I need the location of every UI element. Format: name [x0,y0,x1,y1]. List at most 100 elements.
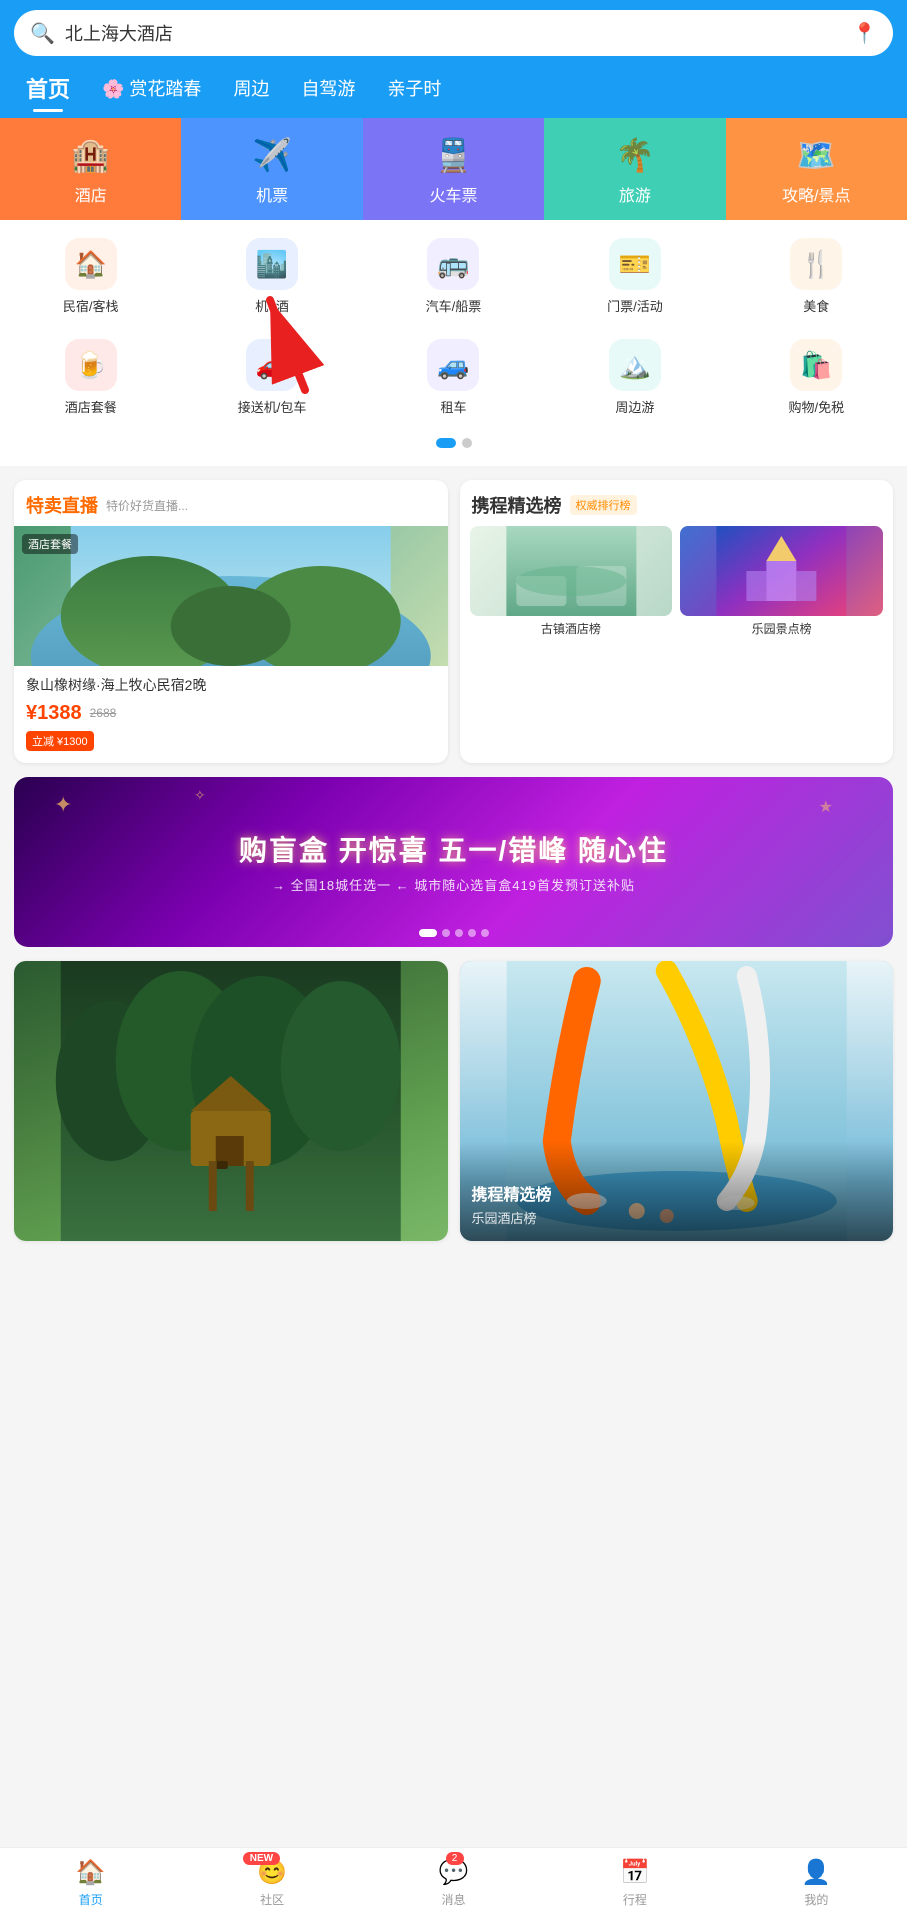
rank-label-2: 乐园景点榜 [680,620,883,637]
train-label: 火车票 [429,182,477,206]
search-icon: 🔍 [30,21,55,46]
nav-community[interactable]: 😊 NEW 社区 [181,1848,362,1920]
live-card-header: 特卖直播 特价好货直播... [14,480,448,526]
banner-dot-4 [468,929,476,937]
location-icon[interactable]: 📍 [852,21,877,46]
trip-icon: 📅 [620,1858,650,1887]
nav-trip[interactable]: 📅 行程 [544,1848,725,1920]
food-label: 美食 [803,296,829,315]
photo-overlay-title: 携程精选榜 [472,1181,882,1205]
price-new: ¥1388 [26,702,82,725]
transfer-icon: 🚗 [246,339,298,391]
guide-label: 攻略/景点 [782,182,850,206]
rank-card[interactable]: 携程精选榜 权威排行榜 [460,480,894,763]
cat-bus-boat[interactable]: 🚌 汽车/船票 [363,230,544,323]
cat-tour[interactable]: 🌴 旅游 [544,118,725,220]
hotel-pkg-label: 酒店套餐 [65,397,117,416]
nav-trip-label: 行程 [623,1891,647,1908]
cat-nearby-tour[interactable]: 🏔️ 周边游 [544,331,725,424]
forest-image [14,961,448,1241]
car-icon: 🚙 [427,339,479,391]
flight-label: 机票 [256,182,288,206]
guide-icon: 🗺️ [796,136,836,174]
home-icon: 🏠 [76,1858,106,1887]
photo-overlay-sub: 乐园酒店榜 [472,1208,882,1227]
cat-hotel-pkg[interactable]: 🍺 酒店套餐 [0,331,181,424]
rank-svg-2 [680,526,883,616]
category-top-row: 🏨 酒店 ✈️ 机票 🚆 火车票 🌴 旅游 🗺️ 攻略/景点 [0,118,907,220]
cat-hotel[interactable]: 🏨 酒店 [0,118,181,220]
bottom-nav: 🏠 首页 😊 NEW 社区 💬 2 消息 📅 行程 👤 我的 [0,1847,907,1920]
rank-item-1[interactable]: 古镇酒店榜 [470,526,673,637]
banner-dot-5 [481,929,489,937]
banner-dot-2 [442,929,450,937]
banner-dots [419,929,489,937]
nav-message-label: 消息 [442,1891,466,1908]
food-icon: 🍴 [790,238,842,290]
discount-badge: 立减 ¥1300 [26,731,94,751]
search-input-wrap[interactable]: 🔍 北上海大酒店 📍 [14,10,893,56]
rank-items: 古镇酒店榜 [460,526,894,647]
mine-icon: 👤 [801,1858,831,1887]
live-card-image: 酒店套餐 [14,526,448,666]
rank-card-header: 携程精选榜 权威排行榜 [460,480,894,526]
new-badge: NEW [243,1852,280,1865]
promo-banner[interactable]: ✦ ★ ✧ 购盲盒 开惊喜 五一/错峰 随心住 → 全国18城任选一 ← 城市随… [14,777,893,947]
live-card-tag: 酒店套餐 [22,534,78,554]
cat-shopping[interactable]: 🛍️ 购物/免税 [726,331,907,424]
cards-row: 特卖直播 特价好货直播... [0,466,907,777]
rank-title: 携程精选榜 [472,492,562,518]
live-subtitle: 特价好货直播... [106,497,188,514]
search-bar: 🔍 北上海大酒店 📍 [0,0,907,66]
price-row: ¥1388 2688 [26,702,436,725]
rank-label-1: 古镇酒店榜 [470,620,673,637]
banner-dot-3 [455,929,463,937]
rank-svg-1 [470,526,673,616]
dot-1 [436,438,456,448]
category-section: 🏨 酒店 ✈️ 机票 🚆 火车票 🌴 旅游 🗺️ 攻略/景点 🏠 民宿/客栈 🏙… [0,118,907,466]
bus-boat-icon: 🚌 [427,238,479,290]
nearby-tour-icon: 🏔️ [609,339,661,391]
cat-car[interactable]: 🚙 租车 [363,331,544,424]
banner-dot-1 [419,929,437,937]
message-badge: 2 [446,1852,464,1865]
photo-card-2[interactable]: 携程精选榜 乐园酒店榜 [460,961,894,1241]
nav-home[interactable]: 🏠 首页 [0,1848,181,1920]
bus-boat-label: 汽车/船票 [426,296,482,315]
train-icon: 🚆 [434,136,474,174]
cat-food[interactable]: 🍴 美食 [726,230,907,323]
banner-subtitle: → 全国18城任选一 ← 城市随心选盲盒419首发预订送补贴 [272,875,635,894]
car-label: 租车 [440,397,466,416]
live-card-body: 象山橡树缘·海上牧心民宿2晚 ¥1388 2688 立减 ¥1300 [14,666,448,763]
nav-mine[interactable]: 👤 我的 [726,1848,907,1920]
nav-tabs: 首页 🌸 赏花踏春 周边 自驾游 亲子时 [0,66,907,118]
tickets-icon: 🎫 [609,238,661,290]
live-card[interactable]: 特卖直播 特价好货直播... [14,480,448,763]
shopping-icon: 🛍️ [790,339,842,391]
cat-homestay[interactable]: 🏠 民宿/客栈 [0,230,181,323]
cat-guide[interactable]: 🗺️ 攻略/景点 [726,118,907,220]
cat-tickets[interactable]: 🎫 门票/活动 [544,230,725,323]
live-image [14,526,448,666]
nav-mine-label: 我的 [804,1891,828,1908]
treehouse-svg [14,961,448,1241]
cat-transfer[interactable]: 🚗 接送机/包车 [181,331,362,424]
photo-card-1[interactable] [14,961,448,1241]
page-dots [0,432,907,458]
rank-item-2[interactable]: 乐园景点榜 [680,526,883,637]
nav-tab-drive[interactable]: 自驾游 [285,69,371,107]
nav-tab-family[interactable]: 亲子时 [371,69,457,107]
banner-section: ✦ ★ ✧ 购盲盒 开惊喜 五一/错峰 随心住 → 全国18城任选一 ← 城市随… [0,777,907,961]
hotel-label: 酒店 [75,182,107,206]
nav-message[interactable]: 💬 2 消息 [363,1848,544,1920]
nav-tab-nearby[interactable]: 周边 [217,69,285,107]
nav-tab-home[interactable]: 首页 [10,66,86,110]
homestay-label: 民宿/客栈 [63,296,119,315]
category-mid-row: 🏠 民宿/客栈 🏙️ 机+酒 🚌 汽车/船票 🎫 门票/活动 🍴 美食 [0,220,907,327]
cat-flight[interactable]: ✈️ 机票 [181,118,362,220]
cat-flight-hotel[interactable]: 🏙️ 机+酒 [181,230,362,323]
nav-tab-flower[interactable]: 🌸 赏花踏春 [86,69,217,107]
shopping-label: 购物/免税 [788,397,844,416]
cat-train[interactable]: 🚆 火车票 [363,118,544,220]
tickets-label: 门票/活动 [607,296,663,315]
